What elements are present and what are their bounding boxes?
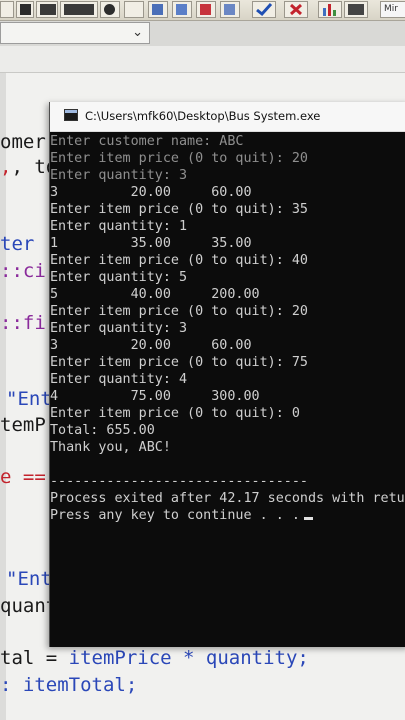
- console-app-icon: [64, 109, 78, 121]
- console-line: 5 40.00 200.00: [50, 287, 260, 302]
- console-line: 4 75.00 300.00: [50, 389, 260, 404]
- grid-icon[interactable]: [220, 1, 240, 18]
- toolbar-button[interactable]: [16, 1, 34, 18]
- console-line: 3 20.00 60.00: [50, 338, 252, 353]
- console-line: Enter quantity: 3: [50, 321, 188, 336]
- toolbar-button[interactable]: [0, 1, 14, 18]
- code-fragment-text: tal =: [0, 647, 69, 669]
- code-fragment: "Ent: [6, 388, 52, 410]
- console-line: Enter item price (0 to quit): 35: [50, 202, 308, 217]
- console-line: Enter item price (0 to quit): 75: [50, 355, 308, 370]
- grid-icon[interactable]: [172, 1, 192, 18]
- console-line: Enter quantity: 5: [50, 270, 188, 285]
- toolbar-button[interactable]: [60, 1, 98, 18]
- console-line: Enter item price (0 to quit): 0: [50, 406, 300, 421]
- toolbar-button[interactable]: [100, 1, 120, 18]
- chart-icon[interactable]: [318, 1, 342, 18]
- console-output[interactable]: Enter customer name: ABC Enter item pric…: [50, 132, 405, 647]
- code-fragment: ::ci: [0, 260, 46, 282]
- code-fragment: omer: [0, 131, 46, 153]
- text-cursor: [303, 517, 313, 520]
- code-fragment: e ==: [0, 466, 46, 488]
- toolbar-button[interactable]: [36, 1, 58, 18]
- console-line: Process exited after 42.17 seconds with …: [50, 491, 405, 506]
- console-window[interactable]: C:\Users\mfk60\Desktop\Bus System.exe En…: [49, 102, 405, 647]
- search-input[interactable]: Mir: [380, 1, 405, 18]
- console-line: 1 35.00 35.00: [50, 236, 252, 251]
- console-line: Total: 655.00: [50, 423, 155, 438]
- ide-toolbar: Mir: [0, 0, 405, 21]
- code-fragment: : itemTotal;: [0, 674, 138, 696]
- code-fragment: temP: [0, 414, 46, 436]
- console-line: Enter quantity: 3: [50, 168, 188, 183]
- console-line: Enter customer name: ABC: [50, 134, 244, 149]
- console-line: Enter quantity: 1: [50, 219, 188, 234]
- check-icon[interactable]: [252, 1, 276, 18]
- console-separator: --------------------------------: [50, 474, 308, 489]
- console-line: Enter item price (0 to quit): 20: [50, 151, 308, 166]
- console-prompt: Press any key to continue . . .: [50, 508, 300, 523]
- console-line: Enter quantity: 4: [50, 372, 188, 387]
- code-fragment: ter: [0, 233, 46, 255]
- console-titlebar[interactable]: C:\Users\mfk60\Desktop\Bus System.exe: [50, 102, 405, 132]
- code-fragment: tal = itemPrice * quantity;: [0, 647, 309, 669]
- code-fragment: "Ent: [6, 568, 52, 590]
- editor-tab-strip: [0, 46, 405, 73]
- close-icon[interactable]: [284, 1, 308, 18]
- console-line: Enter item price (0 to quit): 40: [50, 253, 308, 268]
- console-line: Thank you, ABC!: [50, 440, 171, 455]
- grid-icon[interactable]: [148, 1, 168, 18]
- console-line: Enter item price (0 to quit): 20: [50, 304, 308, 319]
- window-title: C:\Users\mfk60\Desktop\Bus System.exe: [85, 109, 321, 123]
- chevron-down-icon: ⌄: [132, 25, 143, 40]
- console-line: 3 20.00 60.00: [50, 185, 252, 200]
- grid-icon[interactable]: [196, 1, 216, 18]
- code-fragment-text: itemPrice * quantity;: [68, 647, 309, 669]
- code-fragment: ::fi: [0, 312, 46, 334]
- grid-icon[interactable]: [344, 1, 368, 18]
- console-prompt-line: Press any key to continue . . .: [50, 508, 313, 524]
- scope-dropdown[interactable]: ⌄: [0, 22, 150, 44]
- toolbar-button[interactable]: [124, 1, 144, 18]
